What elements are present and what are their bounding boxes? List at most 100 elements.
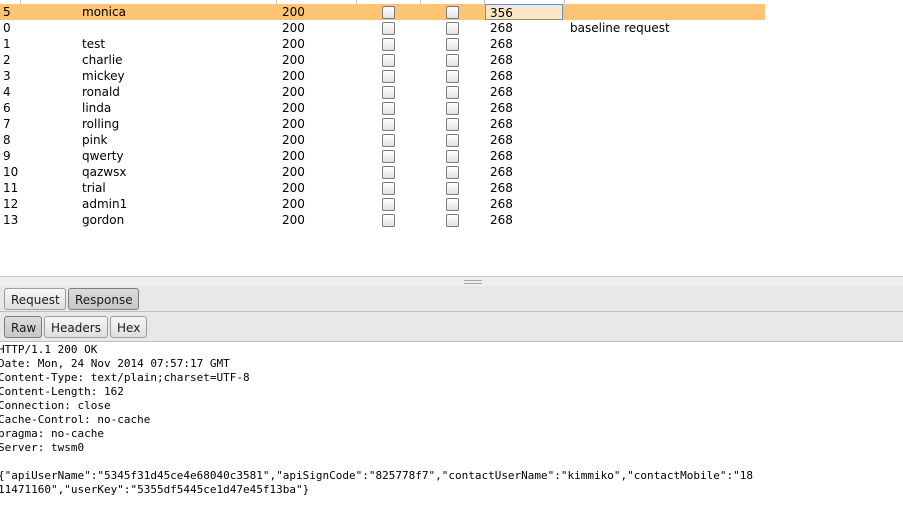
checkbox-icon bbox=[446, 6, 459, 19]
row-timeout-checkbox[interactable] bbox=[446, 52, 460, 68]
row-index: 10 bbox=[3, 165, 19, 179]
checkbox-icon bbox=[446, 70, 459, 83]
checkbox-icon bbox=[382, 198, 395, 211]
pane-splitter[interactable] bbox=[0, 276, 903, 286]
table-row[interactable]: 1 test 200 268 bbox=[0, 36, 765, 52]
row-error-checkbox[interactable] bbox=[382, 212, 396, 228]
row-timeout-checkbox[interactable] bbox=[446, 148, 460, 164]
response-raw-view[interactable]: HTTP/1.1 200 OK Date: Mon, 24 Nov 2014 0… bbox=[0, 342, 903, 524]
row-status: 200 bbox=[282, 213, 305, 227]
row-timeout-checkbox[interactable] bbox=[446, 84, 460, 100]
row-comment bbox=[570, 148, 760, 164]
checkbox-icon bbox=[446, 166, 459, 179]
checkbox-icon bbox=[382, 6, 395, 19]
checkbox-icon bbox=[446, 198, 459, 211]
row-timeout-checkbox[interactable] bbox=[446, 100, 460, 116]
table-row[interactable]: 7 rolling 200 268 bbox=[0, 116, 765, 132]
row-status: 200 bbox=[282, 69, 305, 83]
row-index: 13 bbox=[3, 213, 19, 227]
row-length: 268 bbox=[490, 37, 513, 51]
row-timeout-checkbox[interactable] bbox=[446, 212, 460, 228]
message-tab-bar: Request Response bbox=[0, 286, 903, 312]
row-error-checkbox[interactable] bbox=[382, 20, 396, 36]
row-payload: gordon bbox=[82, 213, 125, 227]
row-index: 7 bbox=[3, 117, 11, 131]
tab-raw[interactable]: Raw bbox=[4, 316, 42, 338]
row-timeout-checkbox[interactable] bbox=[446, 180, 460, 196]
row-error-checkbox[interactable] bbox=[382, 180, 396, 196]
table-row[interactable]: 2 charlie 200 268 bbox=[0, 52, 765, 68]
checkbox-icon bbox=[446, 54, 459, 67]
row-error-checkbox[interactable] bbox=[382, 4, 396, 20]
row-status: 200 bbox=[282, 5, 305, 19]
row-error-checkbox[interactable] bbox=[382, 116, 396, 132]
table-row[interactable]: 13 gordon 200 268 bbox=[0, 212, 765, 228]
row-status: 200 bbox=[282, 101, 305, 115]
table-row[interactable]: 8 pink 200 268 bbox=[0, 132, 765, 148]
row-error-checkbox[interactable] bbox=[382, 52, 396, 68]
checkbox-icon bbox=[382, 86, 395, 99]
row-status: 200 bbox=[282, 53, 305, 67]
row-payload: mickey bbox=[82, 69, 125, 83]
table-row[interactable]: 3 mickey 200 268 bbox=[0, 68, 765, 84]
checkbox-icon bbox=[446, 118, 459, 131]
row-error-checkbox[interactable] bbox=[382, 132, 396, 148]
row-timeout-checkbox[interactable] bbox=[446, 116, 460, 132]
row-length: 268 bbox=[490, 69, 513, 83]
row-error-checkbox[interactable] bbox=[382, 100, 396, 116]
row-error-checkbox[interactable] bbox=[382, 196, 396, 212]
row-timeout-checkbox[interactable] bbox=[446, 196, 460, 212]
table-row[interactable]: 0 200 268 baseline request bbox=[0, 20, 765, 36]
row-payload: trial bbox=[82, 181, 106, 195]
row-index: 0 bbox=[3, 21, 11, 35]
row-status: 200 bbox=[282, 181, 305, 195]
row-comment bbox=[570, 52, 760, 68]
row-payload: qwerty bbox=[82, 149, 124, 163]
row-error-checkbox[interactable] bbox=[382, 36, 396, 52]
row-timeout-checkbox[interactable] bbox=[446, 36, 460, 52]
row-index: 2 bbox=[3, 53, 11, 67]
row-length: 268 bbox=[490, 165, 513, 179]
row-status: 200 bbox=[282, 165, 305, 179]
tab-request[interactable]: Request bbox=[4, 288, 66, 310]
row-timeout-checkbox[interactable] bbox=[446, 20, 460, 36]
row-error-checkbox[interactable] bbox=[382, 148, 396, 164]
row-timeout-checkbox[interactable] bbox=[446, 4, 460, 20]
row-length: 268 bbox=[490, 21, 513, 35]
checkbox-icon bbox=[382, 118, 395, 131]
row-comment bbox=[570, 132, 760, 148]
table-row[interactable]: 5 monica 200 356 bbox=[0, 4, 765, 20]
row-index: 1 bbox=[3, 37, 11, 51]
row-comment bbox=[570, 36, 760, 52]
table-row[interactable]: 6 linda 200 268 bbox=[0, 100, 765, 116]
row-timeout-checkbox[interactable] bbox=[446, 68, 460, 84]
row-timeout-checkbox[interactable] bbox=[446, 132, 460, 148]
view-tab-bar: Raw Headers Hex bbox=[0, 312, 903, 342]
row-index: 12 bbox=[3, 197, 19, 211]
row-timeout-checkbox[interactable] bbox=[446, 164, 460, 180]
row-comment bbox=[570, 84, 760, 100]
checkbox-icon bbox=[382, 166, 395, 179]
table-row[interactable]: 12 admin1 200 268 bbox=[0, 196, 765, 212]
row-error-checkbox[interactable] bbox=[382, 84, 396, 100]
tab-response[interactable]: Response bbox=[68, 288, 139, 310]
row-length: 268 bbox=[490, 197, 513, 211]
row-error-checkbox[interactable] bbox=[382, 164, 396, 180]
row-error-checkbox[interactable] bbox=[382, 68, 396, 84]
row-payload: pink bbox=[82, 133, 108, 147]
tab-headers[interactable]: Headers bbox=[44, 316, 108, 338]
table-row[interactable]: 9 qwerty 200 268 bbox=[0, 148, 765, 164]
response-body-text[interactable]: HTTP/1.1 200 OK Date: Mon, 24 Nov 2014 0… bbox=[0, 343, 753, 497]
row-payload: linda bbox=[82, 101, 112, 115]
checkbox-icon bbox=[446, 214, 459, 227]
row-length: 268 bbox=[490, 117, 513, 131]
table-row[interactable]: 4 ronald 200 268 bbox=[0, 84, 765, 100]
row-payload: test bbox=[82, 37, 106, 51]
row-index: 3 bbox=[3, 69, 11, 83]
table-row[interactable]: 11 trial 200 268 bbox=[0, 180, 765, 196]
table-row[interactable]: 10 qazwsx 200 268 bbox=[0, 164, 765, 180]
checkbox-icon bbox=[382, 150, 395, 163]
checkbox-icon bbox=[446, 182, 459, 195]
tab-hex[interactable]: Hex bbox=[110, 316, 147, 338]
row-status: 200 bbox=[282, 37, 305, 51]
